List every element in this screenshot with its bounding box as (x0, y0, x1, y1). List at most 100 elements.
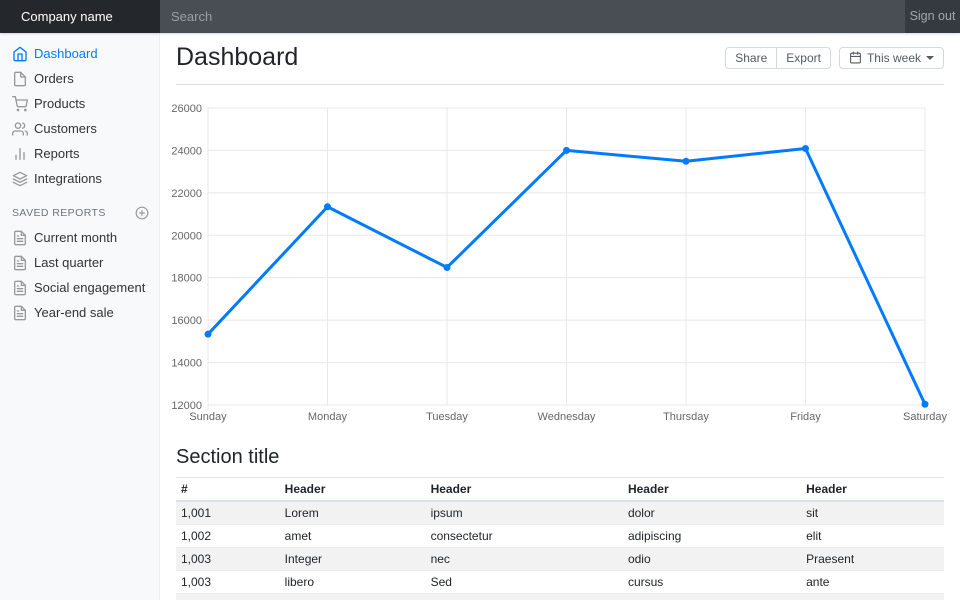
company-brand[interactable]: Company name (0, 0, 160, 33)
file-text-icon (12, 305, 28, 321)
table-cell: 1,003 (176, 548, 280, 571)
svg-text:16000: 16000 (171, 315, 202, 327)
calendar-icon (849, 51, 862, 64)
svg-text:Saturday: Saturday (903, 411, 948, 423)
column-header: Header (426, 478, 623, 502)
svg-text:18000: 18000 (171, 273, 202, 285)
svg-text:14000: 14000 (171, 358, 202, 370)
top-navbar: Company name Sign out (0, 0, 960, 33)
sidebar-item-label: Products (34, 96, 85, 111)
plus-circle-icon[interactable] (135, 206, 149, 220)
sidebar-item-label: Dashboard (34, 46, 98, 61)
column-header: # (176, 478, 280, 502)
sidebar-item-dashboard[interactable]: Dashboard (0, 41, 159, 66)
svg-text:Sunday: Sunday (189, 411, 227, 423)
table-cell: 1,003 (176, 571, 280, 594)
sidebar-item-last-quarter[interactable]: Last quarter (0, 250, 159, 275)
users-icon (12, 121, 28, 137)
table-cell: cursus (623, 571, 801, 594)
svg-text:Friday: Friday (790, 411, 821, 423)
column-header: Header (801, 478, 944, 502)
chevron-down-icon (926, 56, 934, 64)
svg-text:24000: 24000 (171, 145, 202, 157)
share-button[interactable]: Share (725, 47, 777, 69)
bar-chart-icon (12, 146, 28, 162)
svg-text:Tuesday: Tuesday (426, 411, 468, 423)
sidebar-item-current-month[interactable]: Current month (0, 225, 159, 250)
table-cell: consectetur (426, 525, 623, 548)
data-table: # Header Header Header Header 1,001 Lore… (176, 477, 944, 600)
layers-icon (12, 171, 28, 187)
sidebar-item-products[interactable]: Products (0, 91, 159, 116)
table-row: 1,003 libero Sed cursus ante (176, 571, 944, 594)
main-content: Dashboard Share Export This week 1200014… (160, 33, 960, 600)
sidebar-item-label: Customers (34, 121, 97, 136)
table-cell: amet (280, 525, 426, 548)
sidebar-item-customers[interactable]: Customers (0, 116, 159, 141)
table-cell: elit (801, 525, 944, 548)
sidebar-item-reports[interactable]: Reports (0, 141, 159, 166)
share-export-group: Share Export (725, 47, 831, 69)
svg-text:Thursday: Thursday (663, 411, 709, 423)
sidebar-item-label: Current month (34, 230, 117, 245)
period-dropdown-button[interactable]: This week (839, 47, 944, 69)
sidebar-item-integrations[interactable]: Integrations (0, 166, 159, 191)
svg-text:Wednesday: Wednesday (538, 411, 596, 423)
table-cell: 1,004 (176, 594, 280, 600)
file-text-icon (12, 255, 28, 271)
search-input[interactable] (160, 0, 905, 33)
saved-reports-heading: SAVED REPORTS (0, 206, 159, 220)
table-cell: diam (426, 594, 623, 600)
sidebar-item-orders[interactable]: Orders (0, 66, 159, 91)
table-cell: 1,002 (176, 525, 280, 548)
section-title: Section title (176, 446, 944, 469)
toolbar: Share Export This week (725, 47, 944, 69)
sidebar: Dashboard Orders Products Customers Repo… (0, 33, 160, 600)
file-icon (12, 71, 28, 87)
shopping-cart-icon (12, 96, 28, 112)
table-cell: Sed (426, 571, 623, 594)
sign-out-link[interactable]: Sign out (905, 0, 960, 33)
file-text-icon (12, 280, 28, 296)
sidebar-item-label: Last quarter (34, 255, 103, 270)
svg-text:20000: 20000 (171, 230, 202, 242)
sidebar-item-year-end-sale[interactable]: Year-end sale (0, 300, 159, 325)
sales-line-chart: 1200014000160001800020000220002400026000… (176, 98, 944, 430)
table-cell: libero (280, 571, 426, 594)
svg-text:22000: 22000 (171, 188, 202, 200)
table-row: 1,004 dapibus diam Sed nisi (176, 594, 944, 600)
table-cell: Integer (280, 548, 426, 571)
table-cell: dolor (623, 501, 801, 525)
sidebar-item-label: Orders (34, 71, 74, 86)
svg-text:26000: 26000 (171, 103, 202, 115)
table-cell: Lorem (280, 501, 426, 525)
sidebar-item-label: Social engagement (34, 280, 145, 295)
sidebar-item-label: Reports (34, 146, 80, 161)
home-icon (12, 46, 28, 62)
table-cell: Praesent (801, 548, 944, 571)
sidebar-item-social-engagement[interactable]: Social engagement (0, 275, 159, 300)
export-button[interactable]: Export (776, 47, 831, 69)
column-header: Header (623, 478, 801, 502)
table-cell: Sed (623, 594, 801, 600)
table-header-row: # Header Header Header Header (176, 478, 944, 502)
period-label: This week (867, 51, 921, 65)
column-header: Header (280, 478, 426, 502)
table-cell: 1,001 (176, 501, 280, 525)
table-cell: odio (623, 548, 801, 571)
sidebar-item-label: Integrations (34, 171, 102, 186)
page-title: Dashboard (176, 43, 298, 72)
table-row: 1,001 Lorem ipsum dolor sit (176, 501, 944, 525)
table-cell: adipiscing (623, 525, 801, 548)
file-text-icon (12, 230, 28, 246)
page-header: Dashboard Share Export This week (176, 33, 944, 85)
table-cell: nisi (801, 594, 944, 600)
table-row: 1,002 amet consectetur adipiscing elit (176, 525, 944, 548)
svg-text:Monday: Monday (308, 411, 348, 423)
table-cell: ante (801, 571, 944, 594)
sidebar-item-label: Year-end sale (34, 305, 114, 320)
table-cell: nec (426, 548, 623, 571)
table-cell: dapibus (280, 594, 426, 600)
table-row: 1,003 Integer nec odio Praesent (176, 548, 944, 571)
table-cell: sit (801, 501, 944, 525)
